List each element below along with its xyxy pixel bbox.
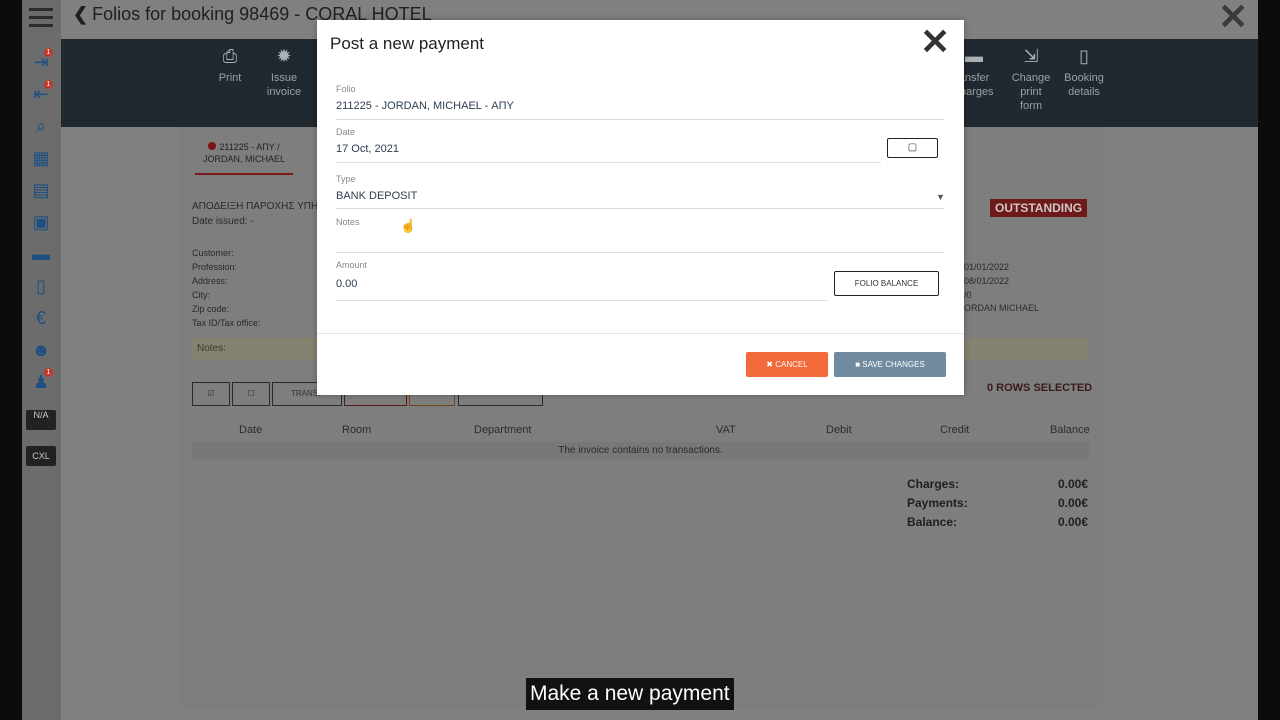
modal-divider [317, 333, 964, 334]
euro-icon[interactable]: € [27, 306, 55, 330]
gear-badge-icon: ✹ [276, 46, 292, 66]
bed-icon[interactable]: ▬ [27, 242, 55, 266]
calendar-icon: ▢ [907, 142, 918, 153]
modal-title: Post a new payment [330, 34, 485, 53]
folio-field[interactable]: 211225 - JORDAN, MICHAEL - ΑΠΥ [336, 100, 514, 112]
status-badge: OUTSTANDING [990, 199, 1088, 217]
select-all-button[interactable]: ☑ [192, 382, 230, 406]
hand-cursor-icon: ☝ [400, 218, 417, 233]
booking-details-button[interactable]: ▯ Booking details [1056, 46, 1112, 99]
dropdown-arrow-icon[interactable]: ▼ [936, 192, 945, 202]
rows-selected-count: 0 ROWS SELECTED [987, 382, 1093, 394]
status-dot [208, 142, 217, 150]
document-icon[interactable]: ▯ [27, 274, 55, 298]
close-page-icon[interactable]: ✕ [1218, 0, 1248, 35]
notes-label: Notes [336, 217, 360, 227]
file-import-icon: ⇲ [1023, 46, 1039, 66]
sidebar: ⇥ 1 ⇤ 1 ⌕ ▦ ▤ ▣ ▬ ▯ € ☻ ♟ 1 N/A CXL [22, 0, 61, 720]
room-value: /0 [964, 290, 972, 300]
city-label: City: [192, 290, 210, 300]
guest-name: ORDAN MICHAEL [964, 303, 1040, 313]
document-type: ΑΠΟΔΕΙΞΗ ΠΑΡΟΧΗΣ ΥΠΗΡ [192, 201, 325, 212]
folio-label: Folio [336, 84, 356, 94]
user-alert-icon[interactable]: ♟ 1 [27, 368, 55, 394]
close-icon[interactable]: ✕ [920, 24, 950, 60]
amount-label: Amount [336, 260, 368, 270]
col-balance: Balance [1050, 424, 1090, 436]
grid-icon[interactable]: ▦ [27, 146, 55, 170]
folio-underline [336, 119, 944, 120]
col-date: Date [239, 424, 263, 436]
folio-balance-button[interactable]: FOLIO BALANCE [834, 271, 939, 296]
charges-label: Charges: [907, 477, 960, 491]
calendar-icon[interactable]: ▤ [27, 178, 55, 202]
date-issued: Date issued: - [192, 216, 254, 227]
menu-icon[interactable] [29, 8, 53, 30]
post-payment-modal: Post a new payment ✕ Folio 211225 - JORD… [317, 20, 964, 395]
address-label: Address: [192, 276, 228, 286]
balance-value: 0.00€ [1057, 515, 1088, 529]
col-vat: VAT [716, 424, 736, 436]
departure-date: 08/01/2022 [964, 276, 1010, 286]
empty-table-message: The invoice contains no transactions. [192, 442, 1089, 460]
search-icon[interactable]: ⌕ [27, 114, 55, 138]
empty-box-icon: ☐ [247, 389, 255, 398]
users-icon[interactable]: ☻ [27, 338, 55, 362]
balance-label: Balance: [907, 515, 958, 529]
type-underline [336, 208, 944, 209]
charges-value: 0.00€ [1057, 477, 1088, 491]
arrival-date: 01/01/2022 [964, 262, 1010, 272]
col-room: Room [342, 424, 372, 436]
profession-label: Profession: [192, 262, 238, 272]
calendar-button[interactable]: ▢ [887, 138, 938, 158]
customer-label: Customer: [192, 248, 234, 258]
type-label: Type [336, 174, 356, 184]
col-department: Department [474, 424, 532, 436]
amount-field[interactable]: 0.00 [336, 278, 357, 290]
type-select[interactable]: BANK DEPOSIT [336, 190, 417, 202]
document-icon: ▯ [1079, 46, 1089, 66]
cxl-status-box[interactable]: CXL [26, 446, 56, 466]
back-chevron-icon[interactable]: ❮ [73, 4, 88, 24]
print-button[interactable]: ⎙ Print [202, 46, 258, 85]
amount-underline [336, 300, 828, 301]
col-debit: Debit [826, 424, 852, 436]
checked-box-icon: ☑ [207, 389, 215, 398]
date-field[interactable]: 17 Oct, 2021 [336, 143, 399, 155]
printer-icon: ⎙ [222, 46, 238, 66]
na-status-box[interactable]: N/A [26, 410, 56, 430]
notes-underline [336, 252, 944, 253]
col-credit: Credit [940, 424, 970, 436]
payments-label: Payments: [907, 496, 968, 510]
video-caption: Make a new payment [526, 678, 734, 710]
contact-card-icon[interactable]: ▣ [27, 210, 55, 234]
issue-invoice-button[interactable]: ✹ Issue invoice [256, 46, 312, 99]
checkout-icon[interactable]: ⇤ 1 [27, 80, 55, 106]
zip-label: Zip code: [192, 304, 230, 314]
payments-value: 0.00€ [1057, 496, 1088, 510]
folio-tab[interactable]: 211225 - ΑΠΥ / JORDAN, MICHAEL [195, 135, 293, 175]
x-icon: ✖ [766, 360, 776, 369]
date-label: Date [336, 127, 356, 137]
date-underline [336, 162, 881, 163]
taxid-label: Tax ID/Tax office: [192, 318, 261, 328]
deselect-all-button[interactable]: ☐ [232, 382, 270, 406]
cancel-button[interactable]: ✖ CANCEL [746, 352, 828, 377]
save-changes-button[interactable]: ■ SAVE CHANGES [834, 352, 946, 377]
checkin-icon[interactable]: ⇥ 1 [27, 48, 55, 74]
change-print-form-button[interactable]: ⇲ Change print form [1003, 46, 1059, 113]
